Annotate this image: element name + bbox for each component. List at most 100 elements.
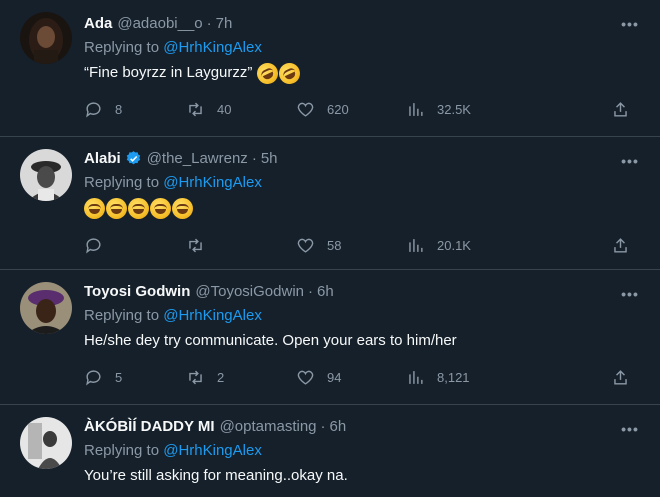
tweet-text: You’re still asking for meaning..okay na… bbox=[84, 467, 348, 484]
views-button[interactable]: 20.1K bbox=[406, 236, 524, 255]
view-count: 8,121 bbox=[437, 369, 470, 385]
like-count: 620 bbox=[327, 101, 349, 117]
share-button[interactable] bbox=[611, 368, 630, 387]
rolling-on-floor-laughing-emoji-icon bbox=[275, 59, 304, 87]
retweet-icon bbox=[189, 102, 202, 116]
reply-button[interactable]: 8 bbox=[84, 100, 186, 119]
timestamp[interactable]: 5h bbox=[261, 150, 278, 167]
view-count: 32.5K bbox=[437, 101, 471, 117]
replying-prefix: Replying to bbox=[84, 174, 164, 191]
analytics-icon bbox=[409, 370, 423, 384]
tweet-text bbox=[84, 197, 644, 219]
more-options-icon[interactable]: ••• bbox=[620, 151, 640, 171]
avatar[interactable] bbox=[20, 149, 72, 201]
separator: · bbox=[251, 149, 257, 167]
user-handle[interactable]: @adaobi__o bbox=[117, 15, 202, 32]
mention-link[interactable]: @HrhKingAlex bbox=[163, 39, 262, 56]
replying-to: Replying to @HrhKingAlex bbox=[84, 37, 644, 59]
like-button[interactable]: 94 bbox=[296, 368, 406, 387]
replying-prefix: Replying to bbox=[84, 307, 164, 324]
tweet-header: Alabi @the_Lawrenz · 5h bbox=[84, 147, 644, 169]
reply-icon bbox=[86, 101, 101, 118]
share-button[interactable] bbox=[611, 236, 630, 255]
retweet-button[interactable] bbox=[186, 236, 296, 255]
tweet-header: Ada @adaobi__o · 7h bbox=[84, 12, 644, 34]
more-options-icon[interactable]: ••• bbox=[620, 14, 640, 34]
retweet-icon bbox=[189, 370, 202, 384]
replying-prefix: Replying to bbox=[84, 442, 164, 459]
heart-icon bbox=[297, 238, 314, 253]
retweet-button[interactable]: 40 bbox=[186, 100, 296, 119]
display-name[interactable]: Alabi bbox=[84, 150, 121, 167]
user-handle[interactable]: @optamasting bbox=[220, 418, 317, 435]
rolling-on-floor-laughing-emoji-icon bbox=[253, 59, 282, 87]
retweet-button[interactable]: 2 bbox=[186, 368, 296, 387]
replying-to: Replying to @HrhKingAlex bbox=[84, 172, 644, 194]
timestamp[interactable]: 6h bbox=[330, 418, 347, 435]
avatar[interactable] bbox=[20, 12, 72, 64]
analytics-icon bbox=[409, 102, 423, 116]
avatar[interactable] bbox=[20, 282, 72, 334]
separator: · bbox=[206, 14, 212, 32]
reply-count: 5 bbox=[115, 369, 123, 385]
action-bar: 8 40 620 32.5K bbox=[84, 98, 640, 120]
emoji-group bbox=[84, 197, 193, 219]
retweet-count: 40 bbox=[217, 101, 232, 117]
share-icon bbox=[614, 237, 627, 253]
heart-icon bbox=[297, 370, 314, 385]
tweet-header: Toyosi Godwin @ToyosiGodwin · 6h bbox=[84, 280, 644, 302]
timestamp[interactable]: 6h bbox=[317, 283, 334, 300]
tweet-text: “Fine boyrzz in Laygurzz” bbox=[84, 59, 644, 87]
timestamp[interactable]: 7h bbox=[216, 15, 233, 32]
tears-of-joy-emoji-icon bbox=[172, 197, 193, 219]
grinning-sweat-emoji-icon bbox=[106, 197, 127, 219]
share-icon bbox=[614, 101, 627, 117]
separator: · bbox=[308, 282, 313, 300]
view-count: 20.1K bbox=[437, 237, 471, 253]
tweet[interactable]: Alabi @the_Lawrenz · 5h ••• Replying to … bbox=[0, 137, 660, 270]
retweet-icon bbox=[189, 238, 202, 252]
display-name[interactable]: Toyosi Godwin bbox=[84, 283, 190, 300]
avatar[interactable] bbox=[20, 417, 72, 469]
display-name[interactable]: ÀKÓBÌÍ DADDY MI bbox=[84, 418, 215, 435]
more-options-icon[interactable]: ••• bbox=[620, 419, 640, 439]
share-icon bbox=[614, 369, 627, 385]
mention-link[interactable]: @HrhKingAlex bbox=[163, 174, 262, 191]
share-button[interactable] bbox=[611, 100, 630, 119]
emoji-group bbox=[253, 59, 304, 87]
tweet[interactable]: Toyosi Godwin @ToyosiGodwin · 6h ••• Rep… bbox=[0, 270, 660, 405]
replying-prefix: Replying to bbox=[84, 39, 164, 56]
tweet[interactable]: ÀKÓBÌÍ DADDY MI @optamasting · 6h ••• Re… bbox=[0, 405, 660, 497]
analytics-icon bbox=[409, 238, 423, 252]
reply-button[interactable] bbox=[84, 236, 186, 255]
reply-icon bbox=[86, 369, 101, 386]
action-bar: 58 20.1K bbox=[84, 234, 640, 256]
user-handle[interactable]: @the_Lawrenz bbox=[147, 150, 248, 167]
views-button[interactable]: 32.5K bbox=[406, 100, 524, 119]
separator: · bbox=[320, 417, 326, 435]
retweet-count: 2 bbox=[217, 369, 225, 385]
heart-icon bbox=[297, 102, 314, 117]
more-options-icon[interactable]: ••• bbox=[620, 284, 640, 304]
tweet-header: ÀKÓBÌÍ DADDY MI @optamasting · 6h bbox=[84, 415, 644, 437]
display-name[interactable]: Ada bbox=[84, 15, 112, 32]
reply-button[interactable]: 5 bbox=[84, 368, 186, 387]
reply-feed: Ada @adaobi__o · 7h ••• Replying to @Hrh… bbox=[0, 0, 660, 497]
grinning-sweat-emoji-icon bbox=[128, 197, 149, 219]
reply-count: 8 bbox=[115, 101, 123, 117]
tears-of-joy-emoji-icon bbox=[150, 197, 171, 219]
tears-of-joy-emoji-icon bbox=[84, 197, 105, 219]
user-handle[interactable]: @ToyosiGodwin bbox=[195, 283, 304, 300]
mention-link[interactable]: @HrhKingAlex bbox=[163, 307, 262, 324]
verified-badge-icon bbox=[126, 150, 140, 164]
mention-link[interactable]: @HrhKingAlex bbox=[163, 442, 262, 459]
like-button[interactable]: 58 bbox=[296, 236, 406, 255]
replying-to: Replying to @HrhKingAlex bbox=[84, 305, 644, 327]
reply-icon bbox=[86, 237, 101, 254]
like-button[interactable]: 620 bbox=[296, 100, 406, 119]
like-count: 58 bbox=[327, 237, 342, 253]
views-button[interactable]: 8,121 bbox=[406, 368, 524, 387]
like-count: 94 bbox=[327, 369, 342, 385]
tweet-text-content: “Fine boyrzz in Laygurzz” bbox=[84, 64, 257, 81]
tweet[interactable]: Ada @adaobi__o · 7h ••• Replying to @Hrh… bbox=[0, 0, 660, 137]
